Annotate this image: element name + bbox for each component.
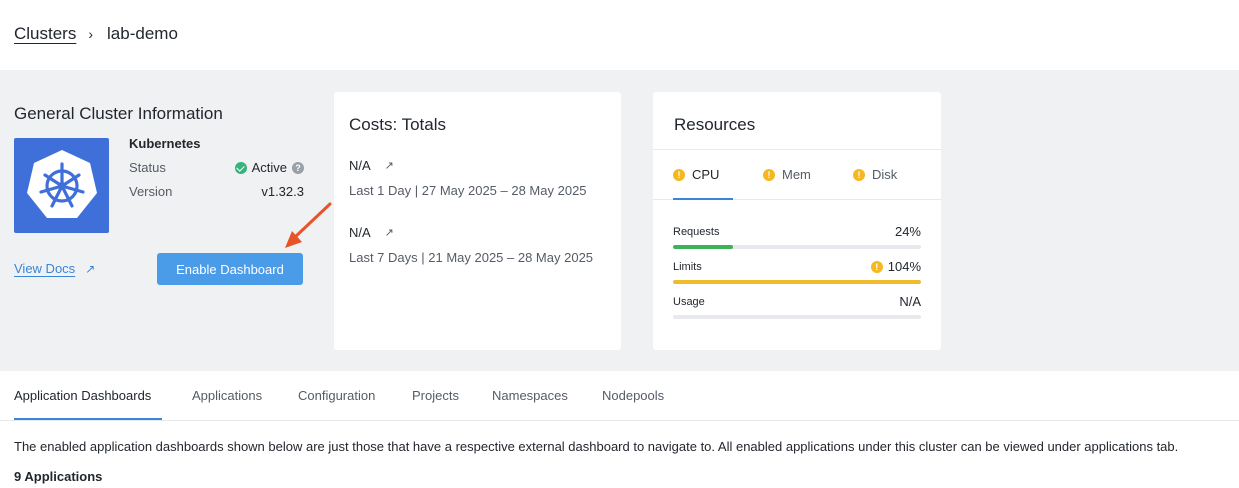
breadcrumb: Clusters › lab-demo: [14, 24, 178, 44]
resources-card: Resources ! CPU ! Mem ! Disk Requests 24…: [653, 92, 941, 350]
tab-namespaces[interactable]: Namespaces: [492, 388, 568, 403]
version-value: v1.32.3: [261, 184, 304, 199]
resources-title: Resources: [674, 115, 756, 134]
cost-item-1day: N/A ↗ Last 1 Day | 27 May 2025 – 28 May …: [349, 158, 587, 198]
external-link-icon[interactable]: ↗: [385, 159, 394, 172]
enable-dashboard-button[interactable]: Enable Dashboard: [157, 253, 303, 285]
warning-icon: !: [763, 168, 775, 181]
external-link-icon: ↗: [85, 261, 96, 276]
warning-icon: !: [673, 168, 685, 181]
check-circle-icon: [234, 161, 247, 174]
progress-bar-fill: [673, 280, 921, 284]
metric-value: 24%: [894, 224, 921, 239]
chevron-right-icon: ›: [88, 26, 94, 42]
progress-bar: [673, 245, 921, 249]
general-info-title: General Cluster Information: [14, 104, 223, 123]
status-row: Status Active ?: [129, 160, 304, 175]
metric-requests: Requests 24%: [673, 224, 921, 249]
tab-cpu[interactable]: ! CPU: [673, 167, 719, 182]
tab-applications[interactable]: Applications: [192, 388, 262, 403]
active-tab-indicator: [673, 198, 733, 200]
costs-title: Costs: Totals: [349, 115, 447, 134]
cost-value: N/A: [349, 158, 371, 173]
status-label: Status: [129, 160, 166, 175]
kubernetes-logo: [14, 138, 109, 233]
metric-value: N/A: [899, 294, 921, 309]
cost-value: N/A: [349, 225, 371, 240]
progress-bar: [673, 280, 921, 284]
help-icon[interactable]: ?: [292, 161, 304, 174]
tab-label: Disk: [872, 167, 898, 182]
cost-range: Last 7 Days | 21 May 2025 – 28 May 2025: [349, 250, 594, 265]
metric-value: ! 104%: [870, 259, 921, 274]
cost-item-7days: N/A ↗ Last 7 Days | 21 May 2025 – 28 May…: [349, 225, 593, 265]
status-value: Active ?: [234, 160, 304, 175]
tab-disk[interactable]: ! Disk: [853, 167, 897, 182]
warning-icon: !: [853, 168, 865, 181]
status-text: Active: [251, 160, 287, 175]
breadcrumb-current: lab-demo: [107, 24, 178, 43]
metric-label: Requests: [673, 225, 720, 238]
kubernetes-icon: [26, 149, 97, 218]
metric-limits: Limits ! 104%: [673, 259, 921, 284]
tab-configuration[interactable]: Configuration: [298, 388, 375, 403]
dashboards-description: The enabled application dashboards shown…: [14, 439, 1179, 454]
view-docs-link[interactable]: View Docs ↗: [14, 261, 95, 276]
breadcrumb-clusters-link[interactable]: Clusters: [14, 24, 76, 44]
progress-bar: [673, 315, 921, 319]
top-bar: Clusters › lab-demo: [0, 0, 1239, 70]
cluster-type-name: Kubernetes: [129, 136, 201, 151]
tab-application-dashboards[interactable]: Application Dashboards: [14, 388, 151, 403]
external-link-icon[interactable]: ↗: [385, 226, 394, 239]
tab-label: CPU: [692, 167, 720, 182]
metric-usage: Usage N/A: [673, 294, 921, 319]
progress-bar-fill: [673, 245, 733, 249]
resource-tabs: ! CPU ! Mem ! Disk: [653, 150, 941, 200]
cluster-info: Kubernetes Status Active ? Version v1.32…: [129, 136, 304, 199]
warning-icon: !: [870, 260, 883, 273]
tab-projects[interactable]: Projects: [412, 388, 459, 403]
cost-range: Last 1 Day | 27 May 2025 – 28 May 2025: [349, 183, 587, 198]
view-docs-label: View Docs: [14, 261, 76, 276]
tab-label: Mem: [782, 167, 811, 182]
version-label: Version: [129, 184, 173, 199]
annotation-arrow-icon: [285, 202, 332, 248]
metric-label: Limits: [673, 260, 702, 273]
applications-count: 9 Applications: [14, 469, 103, 484]
version-row: Version v1.32.3: [129, 184, 304, 199]
costs-card: Costs: Totals N/A ↗ Last 1 Day | 27 May …: [334, 92, 621, 350]
active-tab-indicator: [14, 418, 162, 420]
metric-label: Usage: [673, 295, 705, 308]
tab-nodepools[interactable]: Nodepools: [602, 388, 664, 403]
cluster-tabs: Application Dashboards Applications Conf…: [0, 371, 1239, 421]
tab-mem[interactable]: ! Mem: [763, 167, 811, 182]
